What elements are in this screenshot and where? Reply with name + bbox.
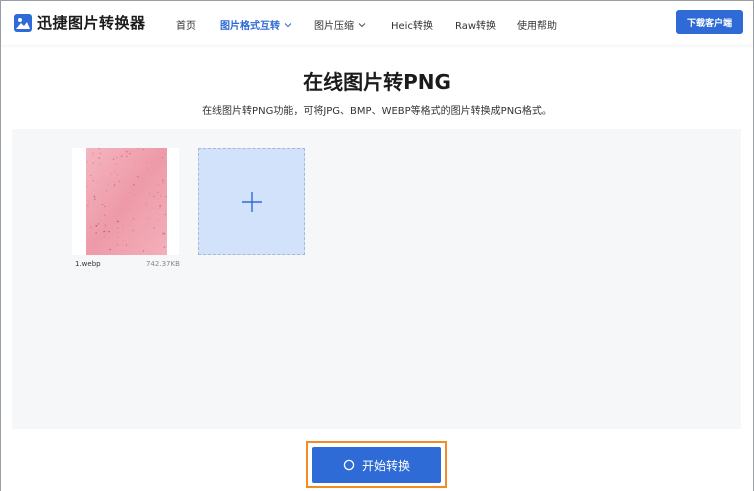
chevron-down-icon bbox=[358, 22, 366, 27]
chevron-down-icon bbox=[284, 22, 292, 27]
file-size: 742.37KB bbox=[146, 260, 180, 268]
nav-label: Heic转换 bbox=[391, 21, 433, 32]
nav-item-compress[interactable]: 图片压缩 bbox=[314, 17, 366, 32]
start-button-label: 开始转换 bbox=[361, 458, 410, 473]
top-header: 迅捷图片转换器 首页 图片格式互转 图片压缩 Heic转换 Raw转换 使用帮助… bbox=[1, 1, 753, 45]
nav-label: 使用帮助 bbox=[517, 21, 557, 32]
add-file-tile[interactable] bbox=[198, 148, 305, 255]
image-icon[interactable] bbox=[13, 13, 33, 33]
file-name: 1.webp bbox=[75, 260, 101, 268]
nav-label: 图片压缩 bbox=[314, 21, 354, 32]
page-title: 在线图片转PNG bbox=[303, 70, 451, 94]
brand-name[interactable]: 迅捷图片转换器 bbox=[37, 12, 146, 33]
nav-item-format-convert[interactable]: 图片格式互转 bbox=[220, 17, 292, 32]
nav-item-raw[interactable]: Raw转换 bbox=[455, 17, 496, 32]
nav-label: 首页 bbox=[176, 21, 196, 32]
nav-label: Raw转换 bbox=[455, 21, 497, 32]
nav-label: 图片格式互转 bbox=[220, 21, 280, 32]
page-subtitle: 在线图片转PNG功能，可将JPG、BMP、WEBP等格式的图片转换成PNG格式。 bbox=[202, 106, 552, 117]
plus-icon bbox=[241, 191, 262, 212]
download-client-button[interactable]: 下载客户端 bbox=[676, 10, 743, 34]
file-thumbnail[interactable] bbox=[86, 148, 167, 255]
nav-item-home[interactable]: 首页 bbox=[176, 17, 196, 32]
nav-item-heic[interactable]: Heic转换 bbox=[391, 17, 433, 32]
nav-item-help[interactable]: 使用帮助 bbox=[517, 17, 557, 32]
start-convert-button[interactable]: 开始转换 bbox=[312, 447, 441, 483]
loading-ring-icon bbox=[343, 459, 355, 471]
